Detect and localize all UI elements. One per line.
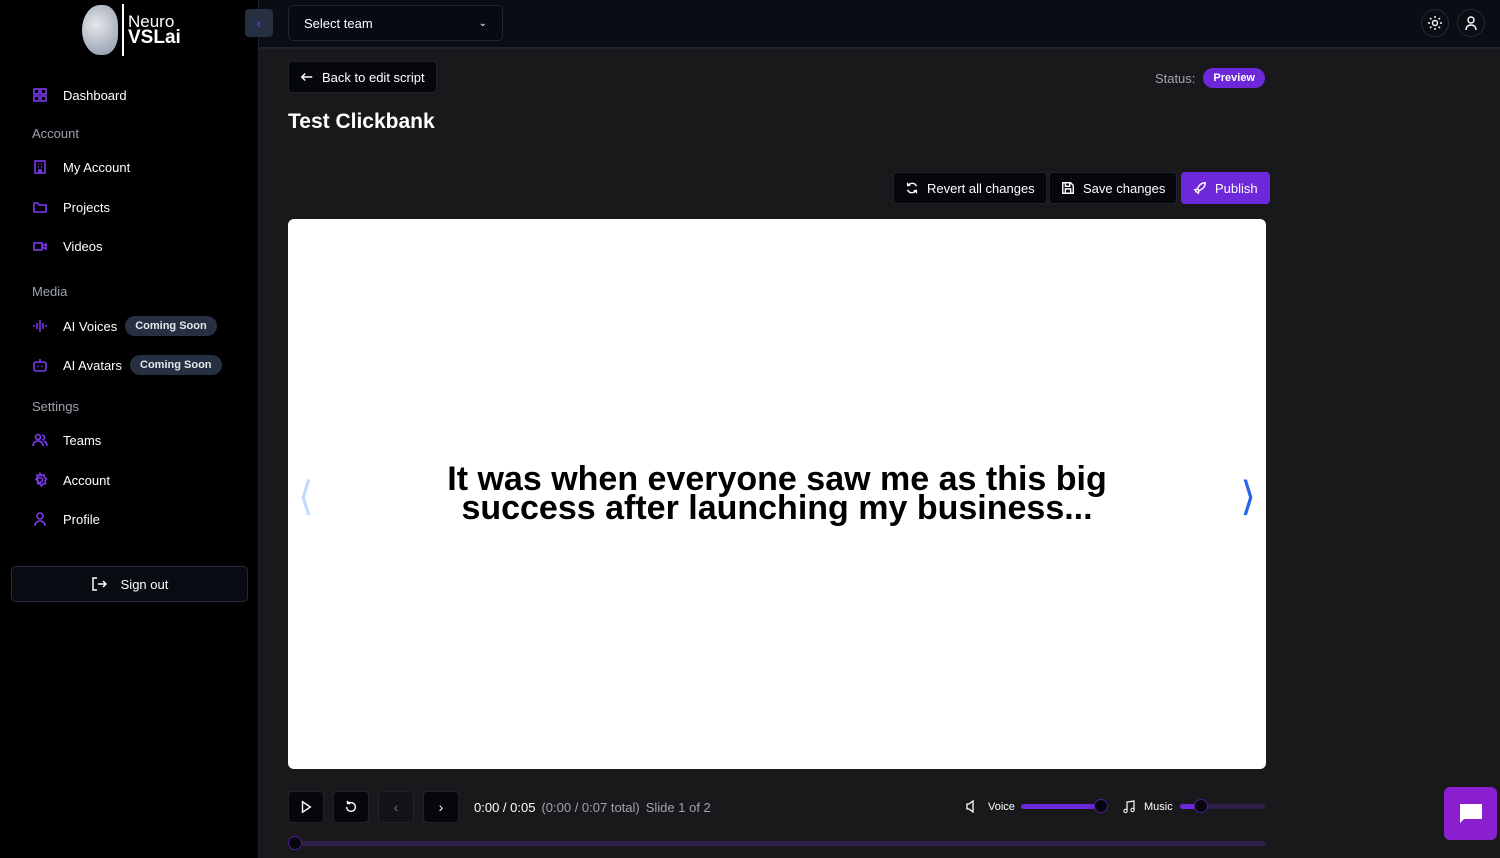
play-icon <box>301 800 312 814</box>
label: Back to edit script <box>322 69 425 85</box>
playback-progress-slider[interactable] <box>288 836 1266 850</box>
label: Dashboard <box>63 87 127 103</box>
arrow-left-icon <box>300 73 313 81</box>
play-button[interactable] <box>288 791 324 823</box>
label: Publish <box>1215 180 1258 196</box>
save-icon <box>1062 182 1074 194</box>
video-icon <box>33 242 47 251</box>
chevron-down-icon: ⌄ <box>478 17 487 29</box>
sidebar-item-profile[interactable]: Profile <box>32 511 100 527</box>
sidebar-item-ai-avatars[interactable]: AI Avatars Coming Soon <box>32 355 222 375</box>
chat-bubble-icon <box>1459 803 1482 823</box>
sign-out-button[interactable]: Sign out <box>11 566 248 602</box>
brain-logo-icon <box>82 5 118 55</box>
building-icon <box>34 160 46 174</box>
gear-icon <box>34 472 48 488</box>
logo-line2: VSLai <box>128 27 181 48</box>
status: Status: Preview <box>1155 68 1265 88</box>
robot-icon <box>33 359 47 372</box>
sidebar-item-dashboard[interactable]: Dashboard <box>32 87 127 103</box>
logo-divider <box>122 4 124 56</box>
chat-widget-button[interactable] <box>1444 787 1497 840</box>
total-time: (0:00 / 0:07 total) <box>541 800 640 815</box>
sun-icon <box>1428 16 1442 30</box>
label: Teams <box>63 432 102 448</box>
voice-label: Voice <box>988 801 1015 813</box>
slider-knob[interactable] <box>1194 799 1209 813</box>
restart-button[interactable] <box>333 791 369 823</box>
user-menu-button[interactable] <box>1457 9 1485 37</box>
music-volume-slider[interactable] <box>1180 799 1265 813</box>
label: AI Avatars <box>63 357 123 373</box>
current-time: 0:00 / 0:05 <box>474 800 536 815</box>
label: Revert all changes <box>927 180 1035 196</box>
sidebar: Neuro VSLai Dashboard Account My Account … <box>0 0 259 858</box>
user-icon <box>1465 16 1477 31</box>
rotate-ccw-icon <box>345 800 357 813</box>
section-account: Account <box>32 126 79 141</box>
logo-text: Neuro VSLai <box>128 13 181 48</box>
slider-knob[interactable] <box>288 836 302 850</box>
users-icon <box>32 433 48 447</box>
section-media: Media <box>32 284 68 299</box>
label: Sign out <box>120 576 169 592</box>
sidebar-item-teams[interactable]: Teams <box>32 432 101 448</box>
coming-soon-badge: Coming Soon <box>130 355 222 375</box>
team-select-value: Select team <box>304 15 373 31</box>
status-badge: Preview <box>1203 68 1265 88</box>
save-changes-button[interactable]: Save changes <box>1049 172 1178 204</box>
slide-preview: It was when everyone saw me as this big … <box>288 219 1266 769</box>
label: Profile <box>63 511 100 527</box>
label: Account <box>63 472 110 488</box>
folder-icon <box>33 202 47 213</box>
rocket-icon <box>1193 182 1206 195</box>
speaker-icon <box>966 800 974 813</box>
label: Projects <box>63 199 110 215</box>
slider-fill <box>1021 804 1101 809</box>
label: Videos <box>63 238 103 254</box>
slide-counter: Slide 1 of 2 <box>645 800 711 815</box>
music-label: Music <box>1144 801 1173 813</box>
label: AI Voices <box>63 318 118 334</box>
coming-soon-badge: Coming Soon <box>125 316 217 336</box>
slide-text: It was when everyone saw me as this big … <box>447 460 1107 527</box>
team-select[interactable]: Select team ⌄ <box>288 5 503 41</box>
user-icon <box>34 512 46 527</box>
page-title: Test Clickbank <box>288 110 435 133</box>
label: My Account <box>63 159 131 175</box>
logo[interactable]: Neuro VSLai <box>82 4 181 56</box>
publish-button[interactable]: Publish <box>1181 172 1270 204</box>
sidebar-item-ai-voices[interactable]: AI Voices Coming Soon <box>32 316 217 336</box>
voice-volume-slider[interactable] <box>1021 799 1108 813</box>
revert-all-changes-button[interactable]: Revert all changes <box>893 172 1047 204</box>
status-label: Status: <box>1154 70 1196 86</box>
sidebar-item-account[interactable]: Account <box>32 472 110 488</box>
grid-icon <box>33 88 47 102</box>
sign-out-icon <box>91 577 107 591</box>
previous-slide-arrow-icon[interactable]: ⟨ <box>298 474 314 520</box>
label: Save changes <box>1083 180 1166 196</box>
waveform-icon <box>33 320 47 332</box>
playback-time: 0:00 / 0:05 (0:00 / 0:07 total) Slide 1 of… <box>474 800 711 815</box>
sidebar-item-my-account[interactable]: My Account <box>32 159 130 175</box>
sidebar-item-projects[interactable]: Projects <box>32 199 110 215</box>
next-slide-arrow-icon[interactable]: ⟩ <box>1240 474 1256 520</box>
back-to-edit-script-button[interactable]: Back to edit script <box>288 61 437 93</box>
slider-knob[interactable] <box>1094 799 1108 813</box>
chevron-right-icon: › <box>438 799 444 815</box>
music-icon <box>1123 800 1135 814</box>
chevron-left-icon: ‹ <box>393 799 399 815</box>
next-slide-button[interactable]: › <box>423 791 459 823</box>
refresh-icon <box>906 182 918 194</box>
previous-slide-button[interactable]: ‹ <box>378 791 414 823</box>
section-settings: Settings <box>32 399 79 414</box>
theme-toggle-button[interactable] <box>1421 9 1449 37</box>
sidebar-item-videos[interactable]: Videos <box>32 238 103 254</box>
collapse-sidebar-button[interactable]: ‹ <box>245 9 273 37</box>
